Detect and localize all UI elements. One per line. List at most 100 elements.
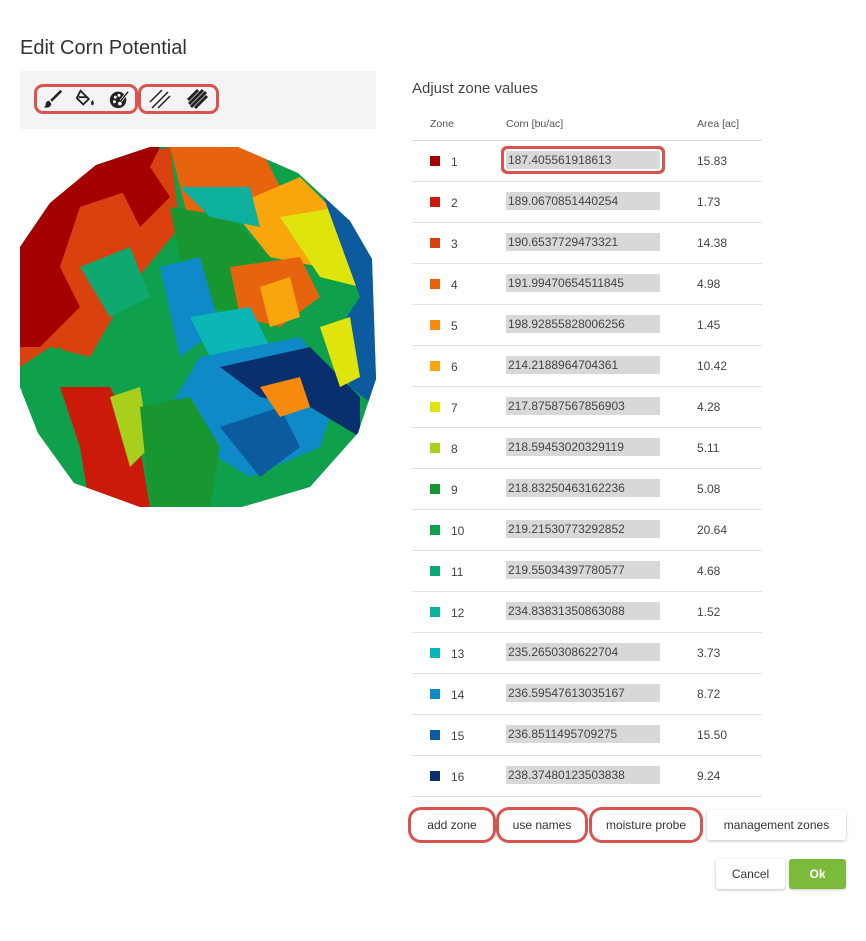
zone-row: 14 236.59547613035167 8.72 — [412, 673, 762, 715]
area-value: 15.83 — [697, 140, 762, 182]
zone-cell: 2 — [412, 181, 506, 223]
zone-color-swatch — [430, 402, 440, 413]
draw-tool-group — [34, 84, 138, 114]
zone-number: 16 — [451, 769, 465, 784]
corn-value-input[interactable]: 198.92855828006256 — [506, 314, 660, 333]
zone-number: 2 — [451, 195, 458, 210]
area-value: 1.73 — [697, 181, 762, 223]
zone-row: 13 235.2650308622704 3.73 — [412, 632, 762, 674]
zone-cell: 12 — [412, 591, 506, 633]
zone-column-header: Zone — [412, 108, 506, 141]
cancel-button[interactable]: Cancel — [716, 859, 785, 889]
hatch-tool-group — [138, 84, 219, 114]
area-value: 5.11 — [697, 427, 762, 469]
corn-value-input[interactable]: 187.405561918613 — [506, 150, 660, 169]
zone-cell: 3 — [412, 222, 506, 264]
corn-value-input[interactable]: 235.2650308622704 — [506, 642, 660, 661]
zone-number: 12 — [451, 605, 465, 620]
map-toolbar — [20, 71, 376, 129]
zone-cell: 5 — [412, 304, 506, 346]
zone-number: 9 — [451, 482, 458, 497]
zone-row: 4 191.99470654511845 4.98 — [412, 263, 762, 305]
dialog-title: Edit Corn Potential — [20, 37, 187, 59]
corn-value-input[interactable]: 236.8511495709275 — [506, 724, 660, 743]
area-value: 4.68 — [697, 550, 762, 592]
zone-cell: 14 — [412, 673, 506, 715]
area-value: 4.98 — [697, 263, 762, 305]
area-column-header: Area [ac] — [697, 108, 762, 141]
corn-cell: 190.6537729473321 — [506, 222, 697, 264]
corn-value-input[interactable]: 218.59453020329119 — [506, 437, 660, 456]
zone-color-swatch — [430, 361, 440, 372]
zone-color-swatch — [430, 648, 440, 659]
paint-bucket-icon[interactable] — [74, 87, 98, 111]
area-value: 5.08 — [697, 468, 762, 510]
zone-row: 3 190.6537729473321 14.38 — [412, 222, 762, 264]
zone-color-swatch — [430, 156, 440, 167]
panel-title: Adjust zone values — [412, 80, 538, 97]
corn-value-input[interactable]: 189.0670851440254 — [506, 191, 660, 210]
use-names-button[interactable]: use names — [499, 810, 585, 840]
brush-icon[interactable] — [41, 87, 65, 111]
zone-row: 9 218.83250463162236 5.08 — [412, 468, 762, 510]
corn-cell: 218.59453020329119 — [506, 427, 697, 469]
area-value: 9.24 — [697, 755, 762, 797]
area-value: 14.38 — [697, 222, 762, 264]
corn-value-input[interactable]: 191.99470654511845 — [506, 273, 660, 292]
zone-row: 12 234.83831350863088 1.52 — [412, 591, 762, 633]
corn-cell: 219.21530773292852 — [506, 509, 697, 551]
zone-color-swatch — [430, 566, 440, 577]
corn-cell: 189.0670851440254 — [506, 181, 697, 223]
corn-value-input[interactable]: 219.55034397780577 — [506, 560, 660, 579]
zone-cell: 9 — [412, 468, 506, 510]
hatch-light-icon[interactable] — [148, 87, 172, 111]
corn-value-input[interactable]: 236.59547613035167 — [506, 683, 660, 702]
zone-number: 4 — [451, 277, 458, 292]
zone-color-swatch — [430, 689, 440, 700]
zone-color-swatch — [430, 525, 440, 536]
zone-row: 6 214.2188964704361 10.42 — [412, 345, 762, 387]
zone-map[interactable] — [20, 147, 376, 507]
corn-cell: 236.8511495709275 — [506, 714, 697, 756]
management-zones-button[interactable]: management zones — [707, 810, 846, 840]
zone-row: 1 187.405561918613 15.83 — [412, 140, 762, 182]
area-value: 1.52 — [697, 591, 762, 633]
zone-number: 15 — [451, 728, 465, 743]
zone-cell: 10 — [412, 509, 506, 551]
zone-row: 7 217.87587567856903 4.28 — [412, 386, 762, 428]
corn-value-input[interactable]: 238.37480123503838 — [506, 765, 660, 784]
zone-cell: 8 — [412, 427, 506, 469]
corn-cell: 234.83831350863088 — [506, 591, 697, 633]
corn-value-input[interactable]: 234.83831350863088 — [506, 601, 660, 620]
zone-color-swatch — [430, 730, 440, 741]
corn-cell: 238.37480123503838 — [506, 755, 697, 797]
zone-number: 13 — [451, 646, 465, 661]
corn-cell: 191.99470654511845 — [506, 263, 697, 305]
ok-button[interactable]: Ok — [789, 859, 846, 889]
zone-cell: 4 — [412, 263, 506, 305]
corn-value-input[interactable]: 214.2188964704361 — [506, 355, 660, 374]
zone-color-swatch — [430, 279, 440, 290]
zone-number: 8 — [451, 441, 458, 456]
zone-row: 15 236.8511495709275 15.50 — [412, 714, 762, 756]
corn-cell: 214.2188964704361 — [506, 345, 697, 387]
zone-number: 7 — [451, 400, 458, 415]
corn-cell: 235.2650308622704 — [506, 632, 697, 674]
corn-value-input[interactable]: 217.87587567856903 — [506, 396, 660, 415]
corn-value-input[interactable]: 219.21530773292852 — [506, 519, 660, 538]
zone-row: 11 219.55034397780577 4.68 — [412, 550, 762, 592]
corn-value-input[interactable]: 218.83250463162236 — [506, 478, 660, 497]
zone-row: 16 238.37480123503838 9.24 — [412, 755, 762, 797]
zone-color-swatch — [430, 320, 440, 331]
area-value: 15.50 — [697, 714, 762, 756]
palette-icon[interactable] — [107, 87, 131, 111]
zone-row: 10 219.21530773292852 20.64 — [412, 509, 762, 551]
zone-cell: 13 — [412, 632, 506, 674]
moisture-probe-button[interactable]: moisture probe — [592, 810, 700, 840]
zone-number: 5 — [451, 318, 458, 333]
corn-value-input[interactable]: 190.6537729473321 — [506, 232, 660, 251]
corn-cell: 236.59547613035167 — [506, 673, 697, 715]
add-zone-button[interactable]: add zone — [411, 810, 493, 840]
hatch-dense-icon[interactable] — [185, 87, 209, 111]
area-value: 8.72 — [697, 673, 762, 715]
